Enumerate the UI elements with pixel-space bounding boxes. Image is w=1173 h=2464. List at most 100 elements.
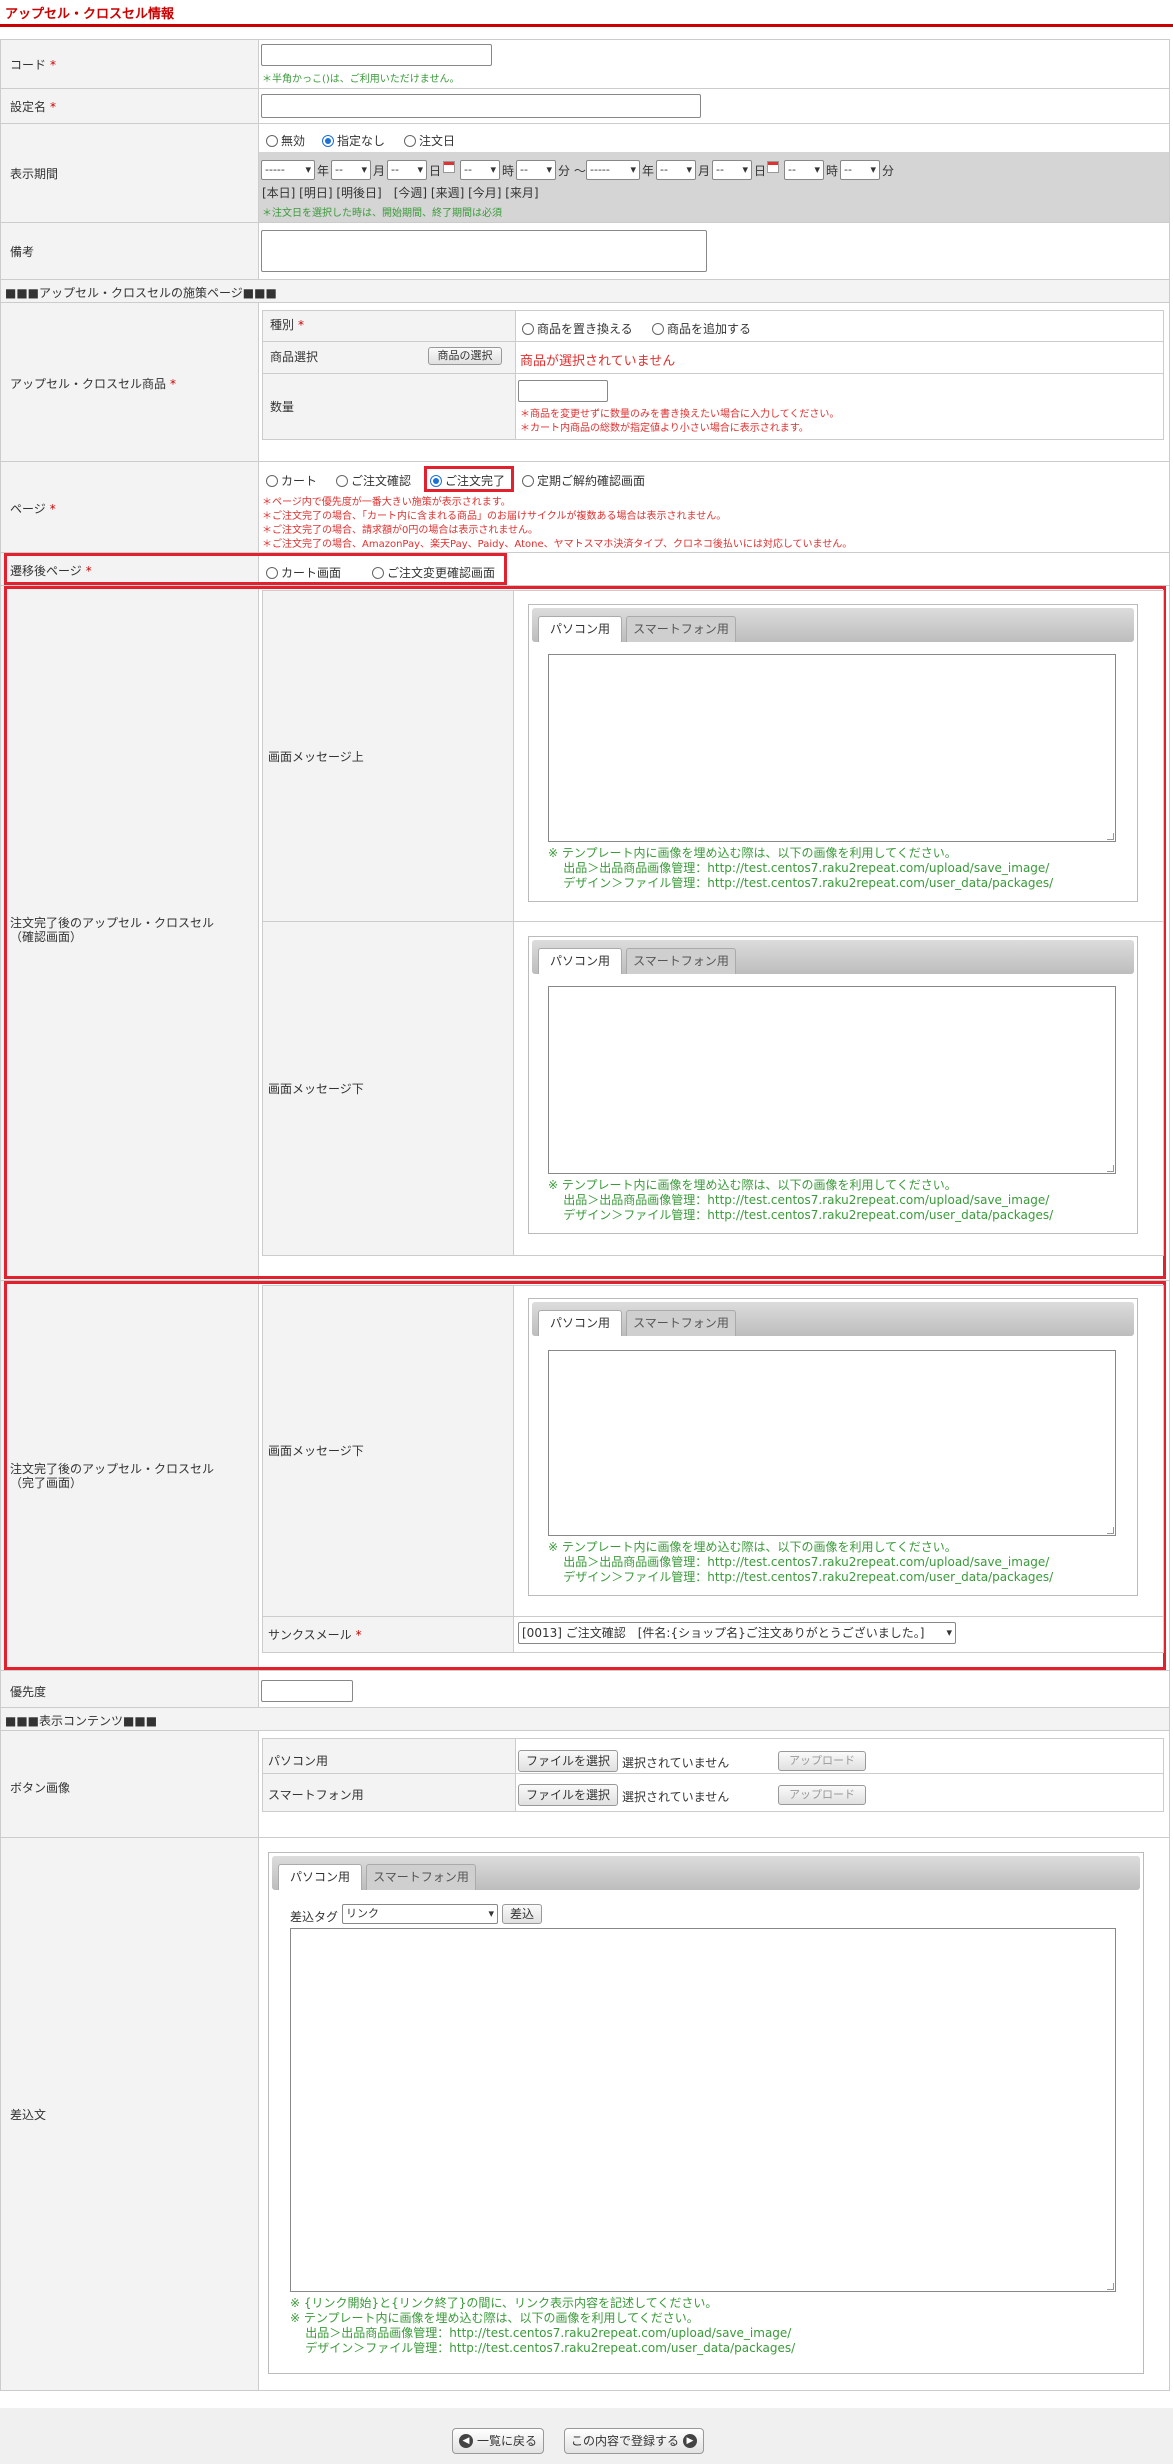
page-title: アップセル・クロスセル情報 [5,7,175,22]
page-option-cart[interactable]: カート [266,472,317,489]
chevron-right-icon: ▶ [683,2434,698,2448]
tab-smartphone[interactable]: スマートフォン用 [626,1310,736,1336]
back-to-list-button[interactable]: ◀ 一覧に戻る [452,2428,545,2454]
thanks-mail-label: サンクスメール * [268,1628,362,1642]
insert-button[interactable]: 差込 [502,1904,542,1924]
product-type-add[interactable]: 商品を追加する [652,320,751,337]
product-type-replace[interactable]: 商品を置き換える [522,320,633,337]
period-option-disabled[interactable]: 無効 [266,132,305,149]
qty-note-2: ＊カート内商品の総数が指定値より小さい場合に表示されます。 [520,423,809,434]
product-select-button[interactable]: 商品の選択 [428,347,502,365]
insert-tag-label: 差込タグ [290,1910,339,1924]
from-year-select[interactable]: ----- [261,160,315,180]
setting-name-input[interactable] [261,94,701,118]
tab-smartphone[interactable]: スマートフォン用 [626,616,736,642]
insert-text-label: 差込文 [10,2108,47,2122]
page-note-2: ＊ご注文完了の場合、「カート内に含まれる商品」のお届けサイクルが複数ある場合は表… [262,511,727,522]
product-qty-label: 数量 [270,400,295,414]
page-option-cancel-confirm[interactable]: 定期ご解約確認画面 [522,472,645,489]
remarks-label: 備考 [10,245,35,259]
radio-checked-icon [322,135,334,147]
transition-label: 遷移後ページ * [10,564,92,578]
editor-bottom-tabbar [532,940,1134,974]
setting-name-label: 設定名 * [10,100,57,114]
radio-icon [652,323,664,335]
radio-icon [404,135,416,147]
to-calendar-icon[interactable] [767,161,779,173]
template-note: ※ テンプレート内に画像を埋め込む際は、以下の画像を利用してください。 出品＞出… [548,1178,1054,1222]
radio-checked-icon [430,475,442,487]
tab-pc[interactable]: パソコン用 [278,1864,362,1890]
display-period-label: 表示期間 [10,167,59,181]
button-image-pc-label: パソコン用 [268,1754,329,1768]
tab-smartphone[interactable]: スマートフォン用 [366,1864,476,1890]
code-label: コード * [10,58,57,72]
pc-no-file: 選択されていません [622,1756,730,1770]
editor-complete-tabbar [532,1302,1134,1336]
from-minute-select[interactable]: -- [516,160,556,180]
button-image-label: ボタン画像 [10,1781,71,1795]
from-day-select[interactable]: -- [387,160,427,180]
confirm-section-label: 注文完了後のアップセル・クロスセル （確認画面） [10,916,215,944]
product-qty-input[interactable] [518,380,608,402]
tab-smartphone[interactable]: スマートフォン用 [626,948,736,974]
priority-input[interactable] [261,1680,353,1702]
page-note-4: ＊ご注文完了の場合、AmazonPay、楽天Pay、Paidy、Atone、ヤマ… [262,539,853,550]
to-month-select[interactable]: -- [656,160,696,180]
product-type-label: 種別 * [270,318,305,332]
pc-upload-button[interactable]: アップロード [778,1751,866,1771]
sp-file-button[interactable]: ファイルを選択 [518,1784,618,1806]
thanks-mail-select[interactable]: [0013] ご注文確認 [件名:{ショップ名}ご注文ありがとうございました。] [518,1622,956,1644]
page-option-complete[interactable]: ご注文完了 [430,472,505,489]
tab-pc[interactable]: パソコン用 [538,948,622,974]
editor-top-tabbar [532,608,1134,642]
editor-bottom-textarea[interactable] [548,986,1116,1174]
remarks-textarea[interactable] [261,230,707,272]
chevron-left-icon: ◀ [459,2434,473,2448]
page-option-confirm[interactable]: ご注文確認 [336,472,411,489]
complete-section-label: 注文完了後のアップセル・クロスセル （完了画面） [10,1462,215,1490]
period-quick-links[interactable]: [本日] [明日] [明後日] [今週] [来週] [今月] [来月] [262,184,539,201]
radio-icon [266,475,278,487]
button-image-sp-label: スマートフォン用 [268,1788,364,1802]
to-year-select[interactable]: ----- [586,160,640,180]
product-select-label: 商品選択 [270,350,319,364]
to-day-select[interactable]: -- [712,160,752,180]
product-not-selected: 商品が選択されていません [520,354,676,369]
qty-note-1: ＊商品を変更せずに数量のみを書き換えたい場合に入力してください。 [520,409,840,420]
from-calendar-icon[interactable] [443,161,455,173]
period-option-none[interactable]: 指定なし [322,132,385,149]
section1-heading: ■■■アップセル・クロスセルの施策ページ■■■ [5,286,277,300]
transition-option-change-confirm[interactable]: ご注文変更確認画面 [372,564,495,581]
page-label: ページ * [10,502,56,516]
editor-top-textarea[interactable] [548,654,1116,842]
page-note-3: ＊ご注文完了の場合、請求額が0円の場合は表示されません。 [262,525,539,536]
template-note: ※ テンプレート内に画像を埋め込む際は、以下の画像を利用してください。 出品＞出… [548,1540,1054,1584]
complete-msg-bottom-label: 画面メッセージ下 [268,1444,364,1458]
insert-tag-select[interactable]: リンク [342,1904,498,1924]
radio-icon [522,475,534,487]
confirm-msg-top-label: 画面メッセージ上 [268,750,364,764]
radio-icon [522,323,534,335]
section2-bg [0,1708,1170,1730]
page-note-1: ＊ページ内で優先度が一番大きい施策が表示されます。 [262,497,511,508]
remarks-label-cell [0,223,258,279]
to-hour-select[interactable]: -- [784,160,824,180]
transition-option-cart[interactable]: カート画面 [266,564,341,581]
sp-no-file: 選択されていません [622,1790,730,1804]
submit-button[interactable]: この内容で登録する ▶ [564,2428,705,2454]
code-input[interactable] [261,44,492,66]
section2-heading: ■■■表示コンテンツ■■■ [5,1714,158,1728]
pc-file-button[interactable]: ファイルを選択 [518,1750,618,1772]
period-option-order-date[interactable]: 注文日 [404,132,455,149]
priority-label: 優先度 [10,1685,47,1699]
tab-pc[interactable]: パソコン用 [538,616,622,642]
to-minute-select[interactable]: -- [840,160,880,180]
from-hour-select[interactable]: -- [460,160,500,180]
sp-upload-button[interactable]: アップロード [778,1785,866,1805]
insert-textarea[interactable] [290,1928,1116,2292]
tab-pc[interactable]: パソコン用 [538,1310,622,1336]
editor-complete-textarea[interactable] [548,1350,1116,1536]
from-month-select[interactable]: -- [331,160,371,180]
title-divider [0,24,1173,27]
